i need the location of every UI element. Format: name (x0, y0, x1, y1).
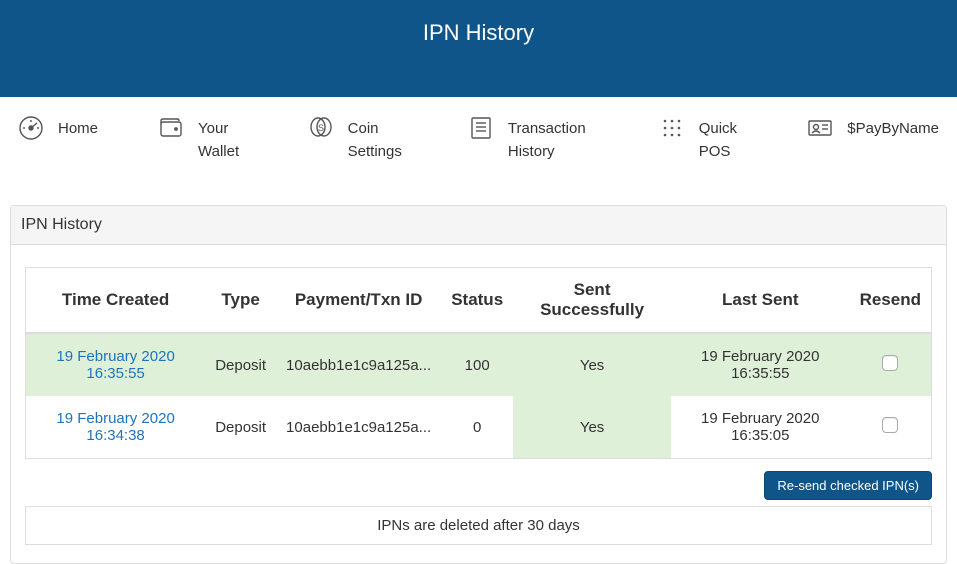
id-card-icon (807, 115, 833, 141)
nav-paybyname[interactable]: $PayByName (807, 115, 939, 141)
cell-type: Deposit (205, 333, 276, 396)
resend-checkbox[interactable] (882, 355, 898, 371)
cell-txid: 10aebb1e1c9a125a... (276, 396, 441, 459)
nav-quick-pos[interactable]: Quick POS (659, 115, 748, 163)
table-row: 19 February 2020 16:34:38 Deposit 10aebb… (26, 396, 932, 459)
col-time: Time Created (26, 268, 206, 334)
cell-resend (850, 333, 932, 396)
cell-status: 100 (441, 333, 513, 396)
ipn-history-panel: IPN History Time Created Type Payment/Tx… (10, 205, 947, 564)
col-type: Type (205, 268, 276, 334)
page-title: IPN History (423, 20, 534, 46)
nav-coin-settings[interactable]: S Coin Settings (308, 115, 408, 163)
wallet-icon (158, 115, 184, 141)
cell-last: 19 February 2020 16:35:05 (671, 396, 850, 459)
list-icon (468, 115, 494, 141)
time-link[interactable]: 19 February 2020 16:34:38 (56, 410, 174, 444)
nav-home-label: Home (58, 118, 98, 141)
col-last: Last Sent (671, 268, 850, 334)
cell-sent: Yes (513, 333, 671, 396)
col-status: Status (441, 268, 513, 334)
resend-checked-button[interactable]: Re-send checked IPN(s) (764, 471, 932, 500)
nav-home[interactable]: Home (18, 115, 98, 141)
resend-checkbox[interactable] (882, 417, 898, 433)
nav-wallet[interactable]: Your Wallet (158, 115, 248, 163)
cell-time[interactable]: 19 February 2020 16:35:55 (26, 333, 206, 396)
page-header: IPN History (0, 0, 957, 97)
cell-type: Deposit (205, 396, 276, 459)
panel-title: IPN History (11, 206, 946, 245)
table-header-row: Time Created Type Payment/Txn ID Status … (26, 268, 932, 334)
table-row: 19 February 2020 16:35:55 Deposit 10aebb… (26, 333, 932, 396)
cell-txid: 10aebb1e1c9a125a... (276, 333, 441, 396)
nav-wallet-label: Your Wallet (198, 118, 248, 163)
gauge-icon (18, 115, 44, 141)
nav-txhist-label: Transaction History (508, 118, 599, 163)
nav-paybyname-label: $PayByName (847, 118, 939, 141)
cell-sent: Yes (513, 396, 671, 459)
ipn-table: Time Created Type Payment/Txn ID Status … (25, 267, 932, 459)
main-nav: Home Your Wallet S Coin Settings Transac… (0, 97, 957, 181)
cell-last: 19 February 2020 16:35:55 (671, 333, 850, 396)
col-resend: Resend (850, 268, 932, 334)
cell-status: 0 (441, 396, 513, 459)
cell-resend (850, 396, 932, 459)
nav-coin-label: Coin Settings (348, 118, 408, 163)
footer-note: IPNs are deleted after 30 days (25, 506, 932, 545)
svg-text:S: S (318, 123, 324, 133)
time-link[interactable]: 19 February 2020 16:35:55 (56, 348, 174, 382)
table-actions: Re-send checked IPN(s) (25, 471, 932, 500)
grid-icon (659, 115, 685, 141)
col-sent: Sent Successfully (513, 268, 671, 334)
col-txid: Payment/Txn ID (276, 268, 441, 334)
coins-icon: S (308, 115, 334, 141)
nav-quickpos-label: Quick POS (699, 118, 748, 163)
cell-time[interactable]: 19 February 2020 16:34:38 (26, 396, 206, 459)
nav-transaction-history[interactable]: Transaction History (468, 115, 599, 163)
